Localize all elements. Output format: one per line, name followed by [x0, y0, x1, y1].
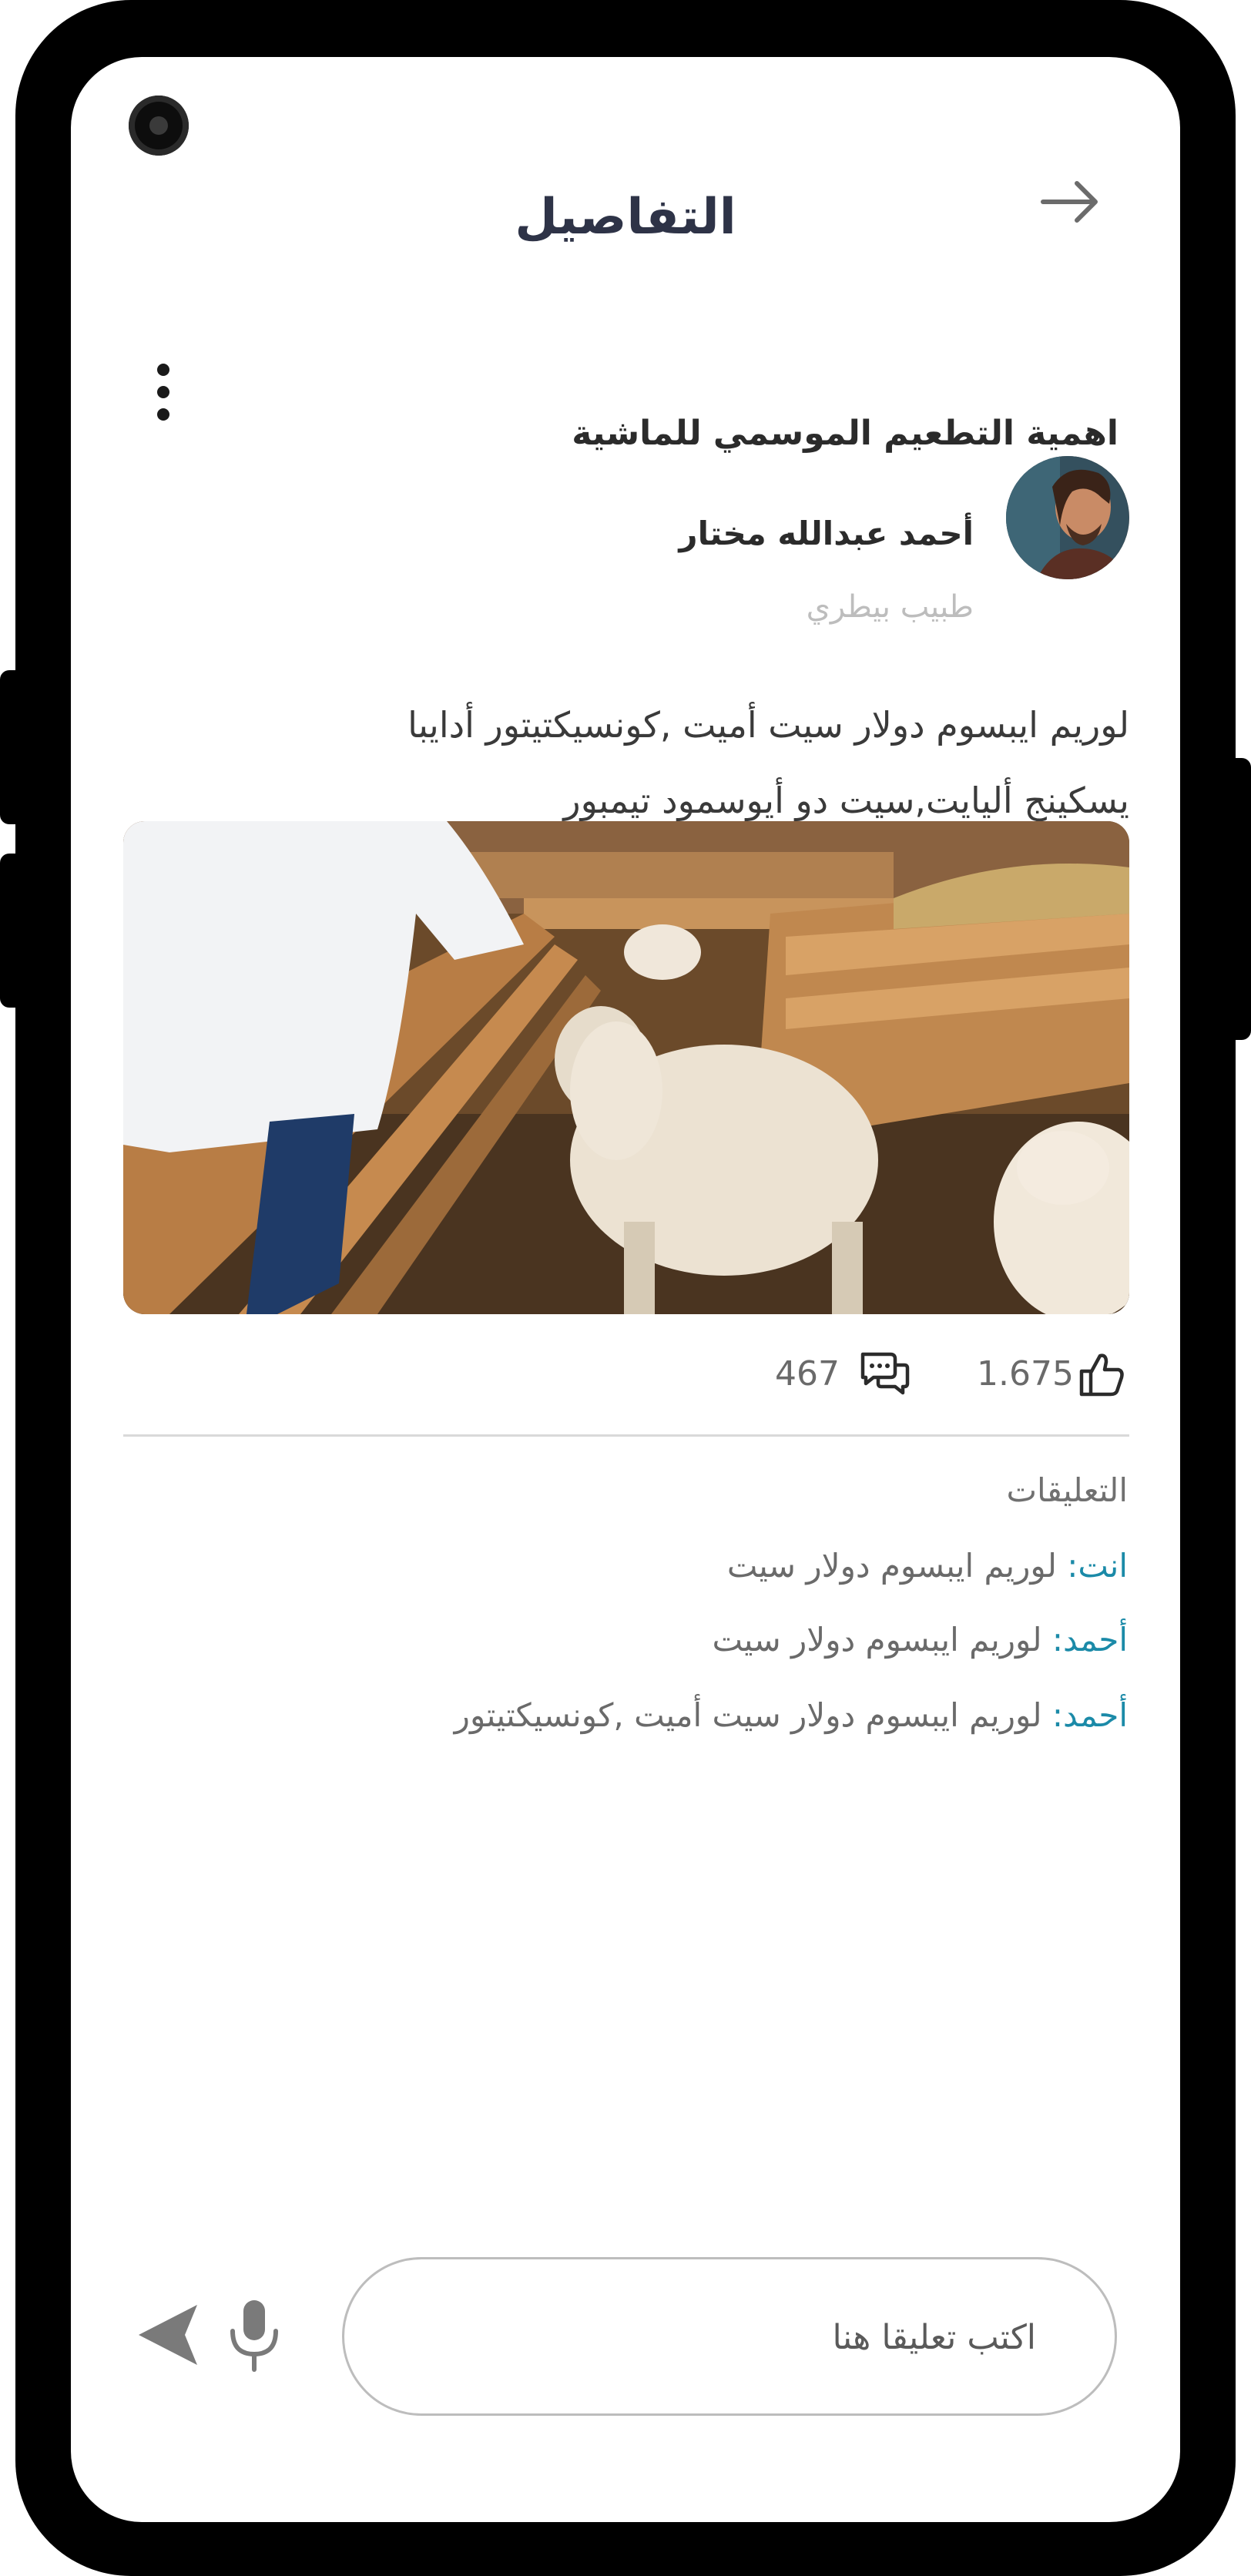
send-button[interactable] [136, 2300, 205, 2370]
thumbs-up-icon [1079, 1353, 1124, 1397]
comment-author: أحمد: [1051, 1621, 1128, 1659]
post-title: اهمية التطعيم الموسمي للماشية [572, 414, 1119, 453]
front-camera [129, 96, 189, 156]
microphone-icon [230, 2300, 278, 2372]
comment-text: لوريم ايبسوم دولار سيت أميت ,كونسيكتيتور [454, 1696, 1042, 1734]
app-screen: التفاصيل اهمية التطعيم الموسمي للماشية أ… [71, 57, 1180, 2522]
comment-text: لوريم ايبسوم دولار سيت [712, 1621, 1042, 1659]
divider [123, 1434, 1129, 1437]
post-body: لوريم ايبسوم دولار سيت أميت ,كونسيكتيتور… [136, 687, 1129, 838]
author-name[interactable]: أحمد عبدالله مختار [511, 515, 974, 553]
post-image [123, 821, 1129, 1314]
likes-count: 1.675 [977, 1354, 1074, 1394]
comments-count: 467 [775, 1354, 840, 1394]
comments-header: التعليقات [1006, 1471, 1128, 1509]
comment-input[interactable] [375, 2259, 1038, 2415]
chat-bubbles-icon [860, 1352, 910, 1395]
power-button [1225, 758, 1251, 1040]
comment-text: لوريم ايبسوم دولار سيت [726, 1547, 1057, 1585]
volume-down-button [0, 854, 26, 1008]
back-button[interactable] [1034, 171, 1103, 233]
dot [157, 386, 169, 398]
comments-button[interactable] [858, 1348, 911, 1397]
post-body-line: لوريم ايبسوم دولار سيت أميت ,كونسيكتيتور… [407, 704, 1129, 746]
sheep-pen-photo [123, 821, 1129, 1314]
volume-up-button [0, 670, 26, 824]
arrow-right-icon [1041, 181, 1098, 223]
like-button[interactable] [1077, 1350, 1126, 1399]
dot [157, 408, 169, 421]
page-title: التفاصيل [515, 189, 736, 246]
comment-input-container[interactable] [342, 2257, 1117, 2416]
comment-author: أحمد: [1051, 1696, 1128, 1734]
comment-author: انت: [1067, 1547, 1128, 1585]
mic-button[interactable] [225, 2297, 283, 2374]
author-avatar[interactable] [1006, 456, 1129, 579]
comment-item: أحمد: لوريم ايبسوم دولار سيت أميت ,كونسي… [126, 1696, 1128, 1735]
more-options-button[interactable] [148, 357, 179, 427]
avatar-image [1006, 456, 1129, 579]
comment-item: أحمد: لوريم ايبسوم دولار سيت [126, 1621, 1128, 1659]
send-icon [139, 2305, 197, 2365]
dot [157, 364, 169, 376]
author-role: طبيب بيطري [806, 589, 974, 625]
comment-item: انت: لوريم ايبسوم دولار سيت [126, 1547, 1128, 1585]
